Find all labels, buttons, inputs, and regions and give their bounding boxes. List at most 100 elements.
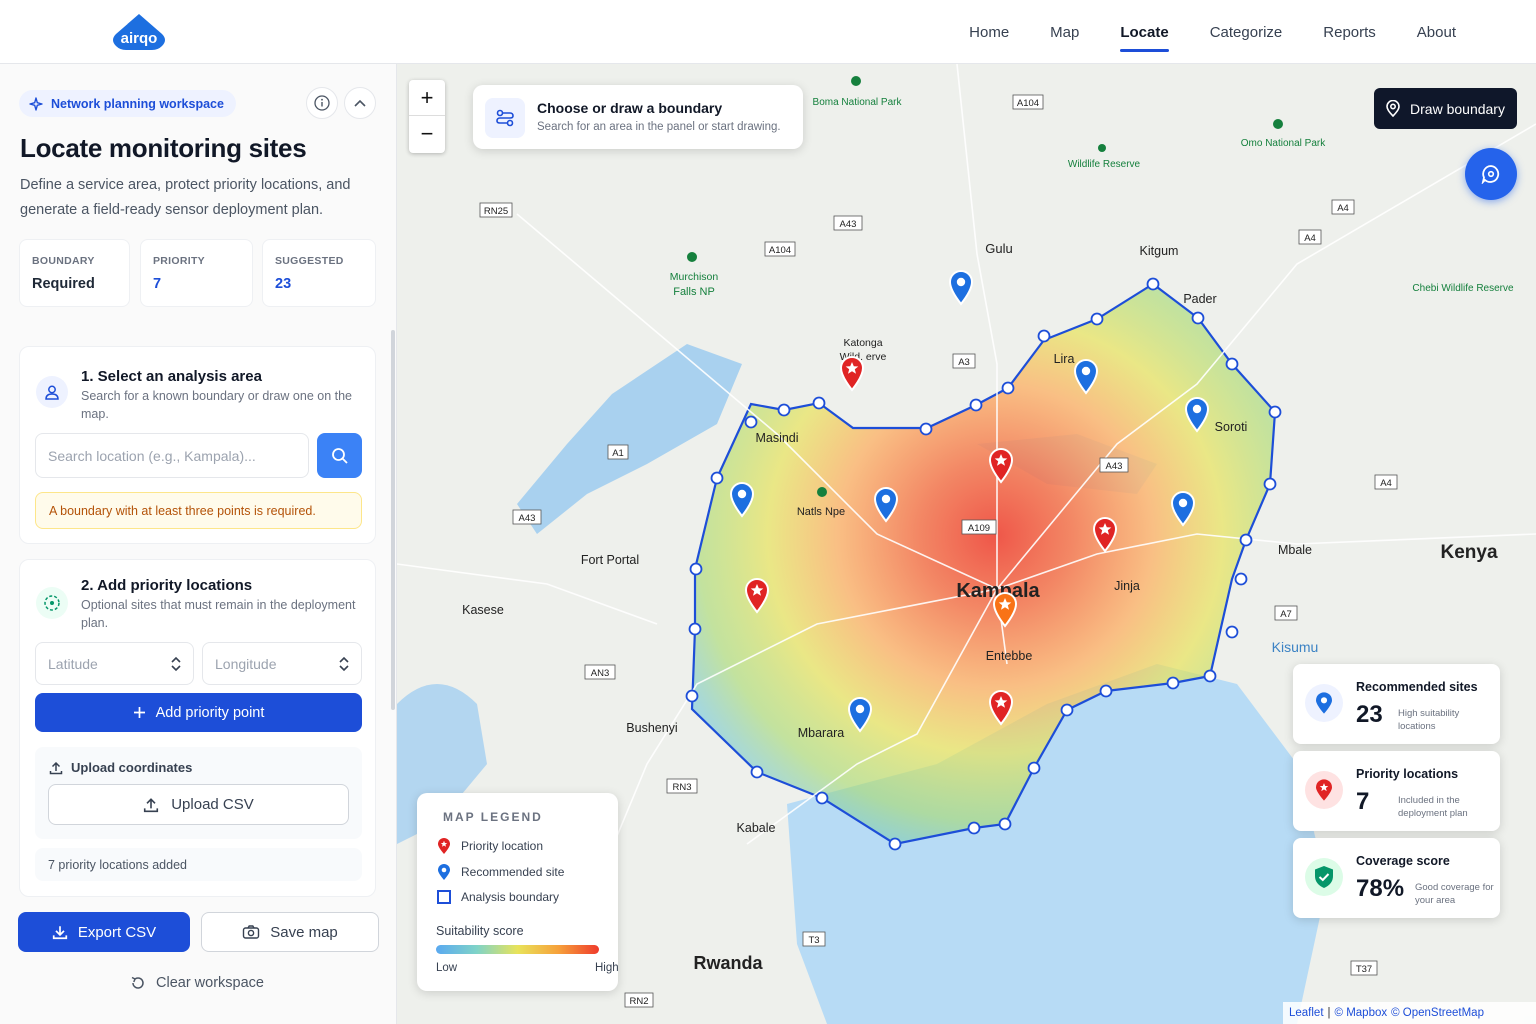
main-nav: Home Map Locate Categorize Reports About bbox=[969, 0, 1456, 64]
legend-low: Low bbox=[436, 962, 458, 974]
collapse-button[interactable] bbox=[344, 87, 376, 119]
zoom-control: + − bbox=[409, 80, 445, 153]
add-priority-point-button[interactable]: Add priority point bbox=[35, 693, 362, 732]
shield-check-icon bbox=[1305, 858, 1343, 896]
map-label-kenya: Kenya bbox=[1440, 542, 1497, 563]
upload-box: Upload coordinates Upload CSV bbox=[35, 747, 362, 839]
leaflet-link[interactable]: Leaflet bbox=[1289, 1007, 1324, 1019]
stat-label: PRIORITY bbox=[153, 255, 205, 267]
longitude-input[interactable]: Longitude bbox=[202, 642, 362, 685]
map-label-omo: Omo National Park bbox=[1241, 138, 1326, 149]
map-label-soroti: Soroti bbox=[1215, 420, 1248, 434]
map-label-mbale: Mbale bbox=[1278, 543, 1312, 557]
search-button[interactable] bbox=[317, 433, 362, 478]
chat-icon bbox=[1481, 165, 1500, 184]
road-shield: A43 bbox=[512, 509, 542, 525]
add-priority-label: Add priority point bbox=[155, 704, 265, 721]
zoom-in-button[interactable]: + bbox=[409, 80, 445, 116]
sidebar-scrollbar[interactable] bbox=[391, 330, 395, 710]
page-title: Locate monitoring sites bbox=[20, 133, 307, 163]
map-label-falls-np: Falls NP bbox=[673, 286, 715, 298]
nav-reports[interactable]: Reports bbox=[1323, 0, 1376, 64]
svg-text:AN3: AN3 bbox=[591, 668, 609, 679]
export-csv-button[interactable]: Export CSV bbox=[18, 912, 190, 952]
nav-locate[interactable]: Locate bbox=[1120, 0, 1170, 64]
map-label-mbarara: Mbarara bbox=[798, 726, 845, 740]
sparkle-icon bbox=[29, 96, 43, 111]
stat-priority: PRIORITY 7 bbox=[140, 239, 253, 307]
map-label-jinja: Jinja bbox=[1114, 579, 1140, 593]
upload-csv-button[interactable]: Upload CSV bbox=[48, 784, 349, 825]
map-label-fort-portal: Fort Portal bbox=[581, 553, 639, 567]
zoom-out-button[interactable]: − bbox=[409, 116, 445, 152]
map-label-gulu: Gulu bbox=[985, 241, 1012, 256]
stat-label: SUGGESTED bbox=[275, 255, 344, 267]
svg-text:A4: A4 bbox=[1304, 233, 1316, 244]
info-icon bbox=[314, 95, 330, 111]
boundary-hint-card: Choose or draw a boundary Search for an … bbox=[473, 85, 803, 149]
svg-text:A3: A3 bbox=[958, 357, 970, 368]
boundary-card-title: Choose or draw a boundary bbox=[537, 100, 723, 116]
upload-title: Upload coordinates bbox=[49, 760, 192, 775]
road-shield: T3 bbox=[802, 931, 826, 947]
nav-categorize[interactable]: Categorize bbox=[1210, 0, 1283, 64]
kpi-value: 78% bbox=[1356, 875, 1405, 902]
road-shield: A4 bbox=[1374, 474, 1398, 490]
kpi-subtitle: Good coverage for your area bbox=[1415, 882, 1494, 906]
stat-value: 7 bbox=[153, 276, 162, 292]
export-csv-label: Export CSV bbox=[77, 923, 157, 941]
clear-workspace-button[interactable]: Clear workspace bbox=[130, 975, 264, 991]
stepper-icon bbox=[339, 656, 349, 672]
step-1-card: 1. Select an analysis area Search for a … bbox=[19, 346, 376, 544]
nav-about[interactable]: About bbox=[1417, 0, 1456, 64]
stat-boundary: BOUNDARY Required bbox=[19, 239, 130, 307]
workspace-badge-label: Network planning workspace bbox=[51, 96, 224, 111]
kpi-title: Coverage score bbox=[1356, 854, 1450, 868]
road-shield: A7 bbox=[1274, 605, 1298, 621]
airqo-logo[interactable]: airqo bbox=[110, 12, 168, 52]
top-nav: airqo Home Map Locate Categorize Reports… bbox=[0, 0, 1536, 64]
stat-suggested: SUGGESTED 23 bbox=[262, 239, 376, 307]
save-map-button[interactable]: Save map bbox=[201, 912, 379, 952]
location-person-icon bbox=[36, 376, 68, 408]
road-shield: A104 bbox=[764, 241, 796, 257]
legend-boundary: Analysis boundary bbox=[437, 890, 559, 904]
map-label-kisumu: Kisumu bbox=[1272, 639, 1319, 655]
step-1-subtitle: Search for a known boundary or draw one … bbox=[81, 389, 353, 421]
reset-icon bbox=[131, 976, 144, 989]
map-label-lira: Lira bbox=[1054, 352, 1075, 366]
map-label-katonga: Katonga bbox=[843, 337, 882, 349]
stat-value: 23 bbox=[275, 276, 292, 292]
draw-boundary-button[interactable]: Draw boundary bbox=[1374, 88, 1517, 129]
chat-assistant-button[interactable] bbox=[1465, 148, 1517, 200]
latitude-input[interactable]: Latitude bbox=[35, 642, 194, 685]
priority-pin-icon bbox=[438, 838, 450, 854]
page-description: Define a service area, protect priority … bbox=[20, 177, 351, 218]
map-label-wildlife-reserve: Wildlife Reserve bbox=[1068, 159, 1141, 170]
nav-map[interactable]: Map bbox=[1050, 0, 1079, 64]
stat-value: Required bbox=[32, 276, 95, 292]
kpi-value: 7 bbox=[1356, 788, 1370, 815]
map-label-pader: Pader bbox=[1183, 292, 1216, 306]
attribution-separator: | bbox=[1327, 1007, 1331, 1019]
kpi-title: Recommended sites bbox=[1356, 680, 1478, 694]
chevron-up-icon bbox=[354, 99, 366, 107]
legend-high: High bbox=[595, 962, 619, 974]
map-attribution: Leaflet | © Mapbox © OpenStreetMap bbox=[1283, 1002, 1536, 1024]
info-button[interactable] bbox=[306, 87, 338, 119]
priority-pin-icon bbox=[1305, 771, 1343, 809]
priority-count-text: 7 priority locations added bbox=[35, 848, 362, 881]
brand-text: airqo bbox=[121, 30, 158, 47]
map-canvas[interactable]: Kampala Entebbe Jinja Masindi Fort Porta… bbox=[397, 64, 1536, 1024]
kpi-recommended-sites: Recommended sites 23 High suitability lo… bbox=[1293, 664, 1500, 744]
search-input[interactable]: Search location (e.g., Kampala)... bbox=[35, 433, 309, 478]
road-shield: T37 bbox=[1350, 960, 1378, 976]
step-2-title: 2. Add priority locations bbox=[81, 577, 253, 594]
road-shield: A3 bbox=[952, 353, 976, 369]
stepper-icon bbox=[171, 656, 181, 672]
map-pin-icon bbox=[1386, 100, 1400, 117]
svg-text:RN25: RN25 bbox=[484, 206, 508, 217]
nav-home[interactable]: Home bbox=[969, 0, 1009, 64]
osm-link[interactable]: © OpenStreetMap bbox=[1391, 1007, 1484, 1019]
mapbox-link[interactable]: © Mapbox bbox=[1335, 1007, 1388, 1019]
